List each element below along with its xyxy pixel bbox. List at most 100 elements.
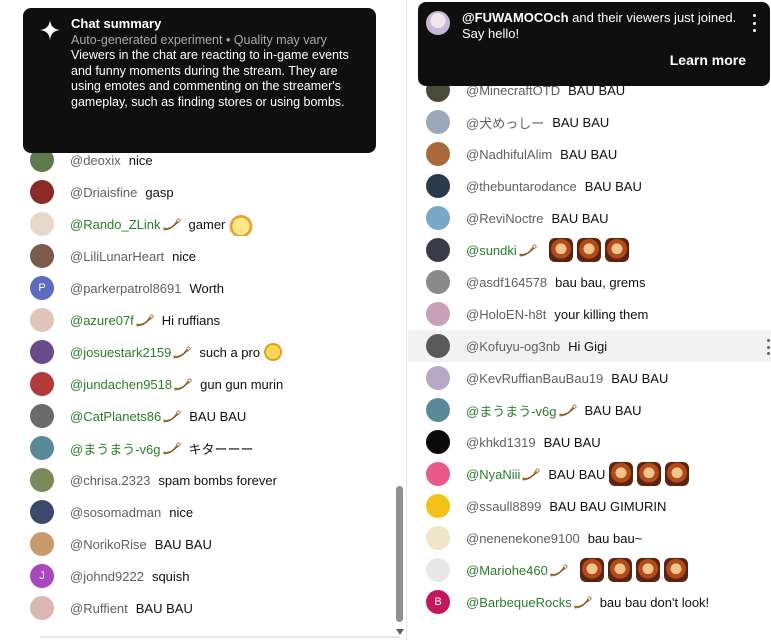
- member-badge-icon: [136, 313, 154, 327]
- avatar[interactable]: [30, 180, 54, 204]
- chat-message[interactable]: @sosomadman nice: [0, 496, 406, 528]
- author-name[interactable]: @ReviNoctre: [466, 211, 544, 226]
- author-name[interactable]: @nenenekone9100: [466, 531, 580, 546]
- author-name[interactable]: @まうまう-v6g: [466, 401, 557, 420]
- chat-message[interactable]: P @parkerpatrol8691 Worth: [0, 272, 406, 304]
- author-name[interactable]: @khkd1319: [466, 435, 536, 450]
- chat-message[interactable]: @nenenekone9100 bau bau~: [408, 522, 771, 554]
- scroll-down-arrow-icon[interactable]: [396, 628, 404, 636]
- avatar[interactable]: [426, 366, 450, 390]
- avatar[interactable]: [426, 302, 450, 326]
- chat-message[interactable]: @CatPlanets86 BAU BAU: [0, 400, 406, 432]
- chat-message[interactable]: @Rando_ZLink gamer: [0, 208, 406, 240]
- chat-message[interactable]: @thebuntarodance BAU BAU: [408, 170, 771, 202]
- more-vert-icon[interactable]: [746, 14, 762, 32]
- avatar[interactable]: [30, 596, 54, 620]
- avatar[interactable]: [30, 532, 54, 556]
- avatar[interactable]: [426, 206, 450, 230]
- learn-more-button[interactable]: Learn more: [670, 52, 746, 68]
- chat-message[interactable]: @ssaull8899 BAU BAU GIMURIN: [408, 490, 771, 522]
- author-name[interactable]: @chrisa.2323: [70, 473, 150, 488]
- avatar[interactable]: [426, 526, 450, 550]
- avatar[interactable]: [426, 142, 450, 166]
- author-name[interactable]: @HoloEN-h8t: [466, 307, 546, 322]
- avatar[interactable]: [30, 308, 54, 332]
- scrollbar-thumb[interactable]: [396, 486, 403, 622]
- chat-message[interactable]: @まうまう-v6g キターーー: [0, 432, 406, 464]
- avatar[interactable]: [426, 174, 450, 198]
- author-name[interactable]: @johnd9222: [70, 569, 144, 584]
- chat-message[interactable]: @chrisa.2323 spam bombs forever: [0, 464, 406, 496]
- chat-message[interactable]: @khkd1319 BAU BAU: [408, 426, 771, 458]
- avatar[interactable]: [426, 334, 450, 358]
- avatar[interactable]: [30, 468, 54, 492]
- avatar[interactable]: [426, 238, 450, 262]
- author-name[interactable]: @犬めっしー: [466, 113, 544, 132]
- avatar[interactable]: [30, 436, 54, 460]
- author-name[interactable]: @LiliLunarHeart: [70, 249, 164, 264]
- avatar[interactable]: [426, 110, 450, 134]
- avatar[interactable]: [30, 500, 54, 524]
- chat-message[interactable]: @NadhifulAlim BAU BAU: [408, 138, 771, 170]
- author-name[interactable]: @sosomadman: [70, 505, 161, 520]
- right-chat-pane[interactable]: @MinecraftOTD BAU BAU @犬めっしー BAU BAU @Nadhif…: [408, 0, 771, 640]
- chat-message[interactable]: @Ruffient BAU BAU: [0, 592, 406, 624]
- chat-message[interactable]: @NyaNiii BAU BAU: [408, 458, 771, 490]
- author-name[interactable]: @deoxix: [70, 153, 121, 168]
- chat-message[interactable]: @josuestark2159 such a pro: [0, 336, 406, 368]
- avatar[interactable]: [426, 430, 450, 454]
- avatar[interactable]: [30, 372, 54, 396]
- chat-message[interactable]: @Mariohe460: [408, 554, 771, 586]
- chat-message[interactable]: @KevRuffianBauBau19 BAU BAU: [408, 362, 771, 394]
- author-name[interactable]: @parkerpatrol8691: [70, 281, 181, 296]
- avatar[interactable]: P: [30, 276, 54, 300]
- author-name[interactable]: @sundki: [466, 243, 517, 258]
- avatar[interactable]: [426, 494, 450, 518]
- chat-message[interactable]: @LiliLunarHeart nice: [0, 240, 406, 272]
- chat-message[interactable]: @jundachen9518 gun gun murin: [0, 368, 406, 400]
- notification-channel[interactable]: @FUWAMOCOch: [462, 10, 569, 25]
- author-name[interactable]: @ssaull8899: [466, 499, 541, 514]
- avatar[interactable]: [426, 270, 450, 294]
- author-name[interactable]: @asdf164578: [466, 275, 547, 290]
- chat-message[interactable]: @azure07f Hi ruffians: [0, 304, 406, 336]
- chat-message[interactable]: B @BarbequeRocks bau bau don't look!: [408, 586, 771, 618]
- author-name[interactable]: @josuestark2159: [70, 345, 171, 360]
- avatar[interactable]: [30, 340, 54, 364]
- author-name[interactable]: @CatPlanets86: [70, 409, 161, 424]
- chat-message[interactable]: @Driaisfine gasp: [0, 176, 406, 208]
- author-name[interactable]: @BarbequeRocks: [466, 595, 572, 610]
- author-name[interactable]: @まうまう-v6g: [70, 439, 161, 458]
- author-name[interactable]: @NorikoRise: [70, 537, 147, 552]
- avatar[interactable]: [426, 462, 450, 486]
- chat-message[interactable]: @asdf164578 bau bau, grems: [408, 266, 771, 298]
- author-name[interactable]: @NyaNiii: [466, 467, 520, 482]
- chat-message[interactable]: @sundki: [408, 234, 771, 266]
- author-name[interactable]: @Mariohe460: [466, 563, 548, 578]
- avatar[interactable]: [30, 244, 54, 268]
- author-name[interactable]: @Rando_ZLink: [70, 217, 161, 232]
- avatar[interactable]: [426, 398, 450, 422]
- author-name[interactable]: @Driaisfine: [70, 185, 137, 200]
- author-name[interactable]: @NadhifulAlim: [466, 147, 552, 162]
- chat-message[interactable]: @犬めっしー BAU BAU: [408, 106, 771, 138]
- chat-message[interactable]: @NorikoRise BAU BAU: [0, 528, 406, 560]
- author-name[interactable]: @azure07f: [70, 313, 134, 328]
- avatar[interactable]: B: [426, 590, 450, 614]
- avatar[interactable]: J: [30, 564, 54, 588]
- author-name[interactable]: @jundachen9518: [70, 377, 172, 392]
- summary-subtitle: Auto-generated experiment • Quality may …: [71, 33, 327, 47]
- chat-message[interactable]: J @johnd9222 squish: [0, 560, 406, 592]
- avatar[interactable]: [30, 212, 54, 236]
- chat-message[interactable]: @ReviNoctre BAU BAU: [408, 202, 771, 234]
- avatar[interactable]: [426, 558, 450, 582]
- author-name[interactable]: @Ruffient: [70, 601, 128, 616]
- message-more-icon[interactable]: [767, 339, 771, 355]
- chat-message[interactable]: @HoloEN-h8t your killing them: [408, 298, 771, 330]
- chat-message[interactable]: @まうまう-v6g BAU BAU: [408, 394, 771, 426]
- chat-message[interactable]: @Kofuyu-og3nb Hi Gigi: [408, 330, 771, 362]
- author-name[interactable]: @Kofuyu-og3nb: [466, 339, 560, 354]
- author-name[interactable]: @thebuntarodance: [466, 179, 577, 194]
- author-name[interactable]: @KevRuffianBauBau19: [466, 371, 603, 386]
- avatar[interactable]: [30, 404, 54, 428]
